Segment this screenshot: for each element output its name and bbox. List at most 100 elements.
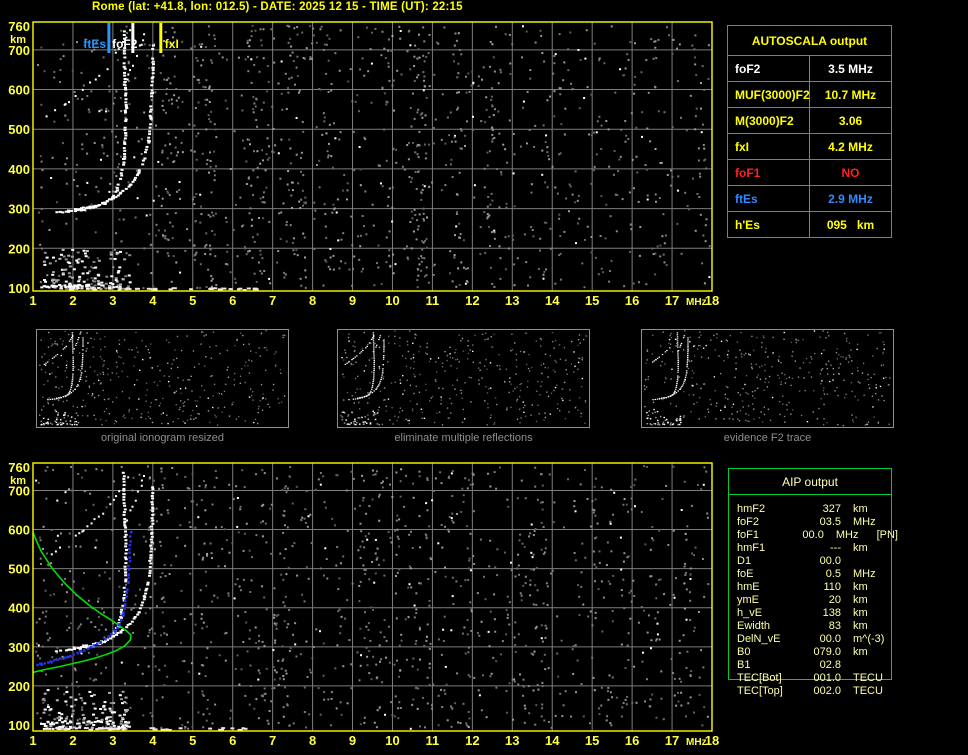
- autoscala-row-ftes: ftEs 2.9 MHz: [727, 185, 892, 212]
- svg-text:14: 14: [545, 293, 560, 308]
- aip-param-unit: MHz: [853, 516, 876, 528]
- main-ionogram-plot: ftEs foF2 fxI1 2 3 4 5 6 7 8 9 10 11 12 13 14 15 16 17 18MH…: [8, 19, 719, 308]
- autoscala-param-label: fxI: [727, 133, 810, 160]
- aip-param-note: [PN]: [876, 529, 898, 541]
- aip-row-b0: B0 079.0 km: [728, 646, 898, 659]
- aip-row-ewidth: Ewidth 83 km: [728, 620, 898, 633]
- aip-param-label: ymE: [737, 594, 759, 606]
- aip-param-unit: MHz: [835, 529, 859, 541]
- svg-text:15: 15: [585, 293, 599, 308]
- autoscala-param-value: 3.06: [809, 107, 892, 134]
- svg-text:17: 17: [665, 293, 679, 308]
- autoscala-row-m-3000-f2: M(3000)F2 3.06: [727, 107, 892, 134]
- autoscala-row-fof2: foF2 3.5 MHz: [727, 55, 892, 82]
- svg-text:200: 200: [8, 241, 30, 256]
- svg-text:2: 2: [69, 293, 76, 308]
- aip-param-value: ---: [830, 542, 841, 554]
- autoscala-row-fxi: fxI 4.2 MHz: [727, 133, 892, 160]
- thumbnail-caption-evidence: evidence F2 trace: [723, 432, 812, 444]
- aip-param-unit: TECU: [853, 685, 883, 697]
- svg-text:10: 10: [385, 293, 399, 308]
- aip-param-value: 0.5: [825, 568, 841, 580]
- aip-row-tec-top-: TEC[Top] 002.0 TECU: [728, 685, 898, 698]
- aip-table-title: AIP output: [728, 468, 892, 495]
- autoscala-row-h-es: h'Es 095 km: [727, 211, 892, 238]
- aip-param-label: hmF1: [737, 542, 766, 554]
- aip-param-value: 138: [822, 607, 841, 619]
- aip-output-table: AIP output hmF2 327 km foF2 03.5 MHz foF1 00.0 M…: [728, 468, 898, 708]
- aip-row-fof2: foF2 03.5 MHz: [728, 516, 898, 529]
- autoscala-param-label: foF2: [727, 55, 810, 82]
- aip-row-hmf1: hmF1 --- km: [728, 542, 898, 555]
- aip-row-yme: ymE 20 km: [728, 594, 898, 607]
- aip-param-unit: km: [853, 646, 868, 658]
- aip-param-unit: km: [853, 542, 868, 554]
- autoscala-param-value: 2.9 MHz: [809, 185, 892, 212]
- svg-text:16: 16: [625, 293, 639, 308]
- aip-param-value: 02.8: [819, 659, 841, 671]
- thumbnail-original-ionogram: [36, 329, 289, 428]
- aip-row-deln-ve: DelN_vE 00.0 m^(-3): [728, 633, 898, 646]
- svg-text:ftEs: ftEs: [83, 37, 106, 51]
- aip-param-label: Ewidth: [737, 620, 771, 632]
- aip-row-foe: foE 0.5 MHz: [728, 568, 898, 581]
- svg-text:9: 9: [349, 293, 356, 308]
- aip-row-tec-bot-: TEC[Bot] 001.0 TECU: [728, 672, 898, 685]
- svg-text:5: 5: [189, 293, 196, 308]
- autoscala-param-label: foF1: [727, 159, 810, 186]
- aip-ionogram-plot: 1 2 3 4 5 6 7 8 9 10 11 12 13 14 15 16 17 18MHz1002003004…: [8, 460, 719, 748]
- autoscala-row-fof1: foF1 NO: [727, 159, 892, 186]
- aip-param-value: 002.0: [813, 685, 841, 697]
- aip-row-hmf2: hmF2 327 km: [728, 503, 898, 516]
- svg-text:3: 3: [109, 293, 116, 308]
- aip-param-value: 00.0: [819, 555, 841, 567]
- aip-param-value: 079.0: [813, 646, 841, 658]
- aip-param-value: 00.0: [819, 633, 841, 645]
- aip-param-unit: km: [853, 594, 868, 606]
- aip-param-unit: TECU: [853, 672, 883, 684]
- svg-text:7: 7: [269, 293, 276, 308]
- aip-row-h-ve: h_vE 138 km: [728, 607, 898, 620]
- aip-param-label: TEC[Bot]: [737, 672, 782, 684]
- thumbnail-eliminate-reflections: [337, 329, 590, 428]
- svg-text:300: 300: [8, 202, 30, 217]
- autoscala-param-value: 4.2 MHz: [809, 133, 892, 160]
- autoscala-param-value: 095 km: [809, 211, 892, 238]
- aip-param-value: 327: [822, 503, 841, 515]
- svg-text:100: 100: [8, 281, 30, 296]
- autoscala-param-value: 3.5 MHz: [809, 55, 892, 82]
- autoscala-output-table: AUTOSCALA output foF2 3.5 MHz MUF(3000)F2 10…: [727, 25, 892, 238]
- thumbnail-evidence-f2-trace: [641, 329, 894, 428]
- aip-param-label: foE: [737, 568, 754, 580]
- aip-row-fof1: foF1 00.0 MHz [PN]: [728, 529, 898, 542]
- aip-param-value: 00.0: [802, 529, 824, 541]
- aip-param-label: TEC[Top]: [737, 685, 783, 697]
- autoscala-screen: Rome (lat: +41.8, lon: 012.5) - DATE: 20…: [0, 0, 968, 755]
- autoscala-param-label: M(3000)F2: [727, 107, 810, 134]
- autoscala-param-label: ftEs: [727, 185, 810, 212]
- svg-text:MHz: MHz: [686, 297, 707, 308]
- aip-row-d1: D1 00.0: [728, 555, 898, 568]
- aip-param-value: 110: [823, 581, 841, 593]
- autoscala-table-title: AUTOSCALA output: [727, 25, 892, 56]
- aip-param-label: hmF2: [737, 503, 766, 515]
- aip-param-unit: [841, 555, 897, 568]
- autoscala-param-label: MUF(3000)F2: [727, 81, 810, 108]
- aip-param-unit: [841, 659, 897, 672]
- aip-param-value: 001.0: [813, 672, 841, 684]
- svg-text:13: 13: [505, 293, 519, 308]
- aip-param-label: hmE: [737, 581, 760, 593]
- aip-row-hme: hmE 110 km: [728, 581, 898, 594]
- aip-param-unit: km: [853, 581, 868, 593]
- aip-param-unit: km: [853, 503, 868, 515]
- aip-row-b1: B1 02.8: [728, 659, 898, 672]
- svg-text:400: 400: [8, 162, 30, 177]
- aip-param-unit: km: [853, 607, 868, 619]
- aip-param-label: D1: [737, 555, 752, 567]
- autoscala-param-value: 10.7 MHz: [809, 81, 892, 108]
- aip-table-rows: hmF2 327 km foF2 03.5 MHz foF1 00.0 MHz [PN] hmF1-…: [728, 503, 898, 698]
- aip-param-unit: MHz: [853, 568, 876, 580]
- svg-text:11: 11: [426, 293, 440, 308]
- svg-text:500: 500: [8, 122, 30, 137]
- aip-param-label: h_vE: [737, 607, 763, 619]
